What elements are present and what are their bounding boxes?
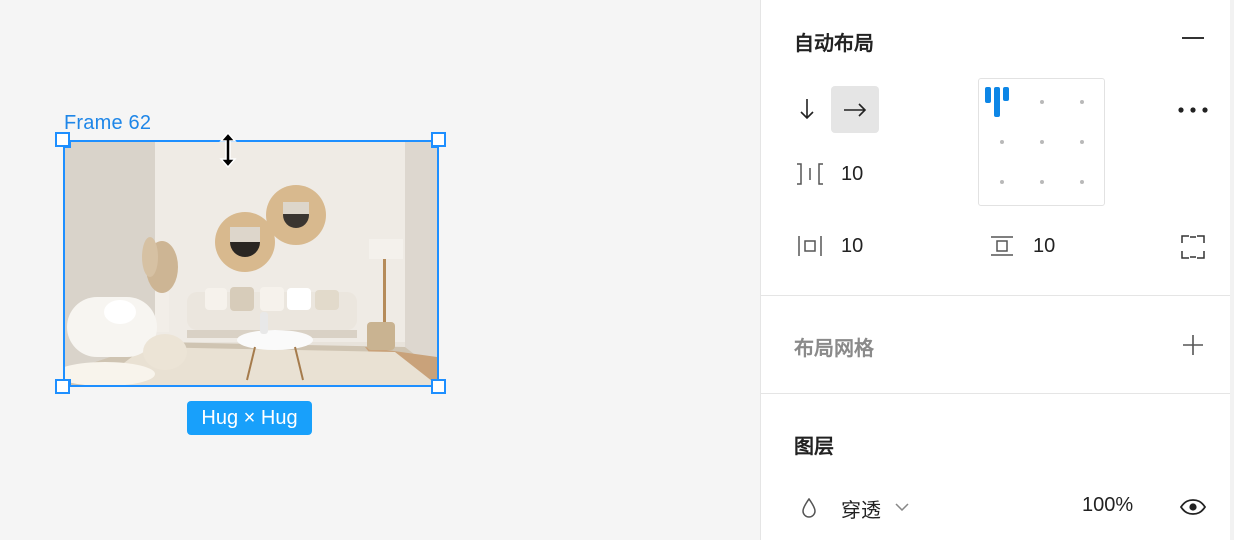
alignment-dot[interactable]: [1080, 180, 1084, 184]
remove-auto-layout-button[interactable]: [1176, 24, 1210, 52]
horizontal-padding-icon-graphic: [798, 236, 822, 256]
arrow-right-icon: [844, 102, 867, 117]
design-canvas[interactable]: Frame 62 Hug × Hug: [0, 0, 760, 540]
spacing-between-icon-graphic: [797, 163, 823, 185]
alignment-bar-tall: [994, 87, 1000, 117]
visibility-toggle[interactable]: [1176, 492, 1210, 522]
alignment-dot[interactable]: [1040, 100, 1044, 104]
panel-scrollbar[interactable]: [1230, 0, 1234, 540]
alignment-bar-mid: [1003, 87, 1009, 101]
alignment-dot[interactable]: [1080, 140, 1084, 144]
alignment-dot[interactable]: [1040, 140, 1044, 144]
individual-padding-icon: [1181, 235, 1205, 259]
individual-padding-button[interactable]: [1176, 232, 1210, 262]
drop-icon: [802, 498, 816, 518]
size-badge: Hug × Hug: [187, 401, 312, 435]
section-divider: [761, 295, 1234, 296]
horizontal-padding-value[interactable]: 10: [841, 235, 863, 258]
resize-handle-top-right[interactable]: [431, 132, 446, 147]
alignment-dot[interactable]: [1080, 100, 1084, 104]
direction-horizontal-button[interactable]: [831, 86, 879, 133]
opacity-value[interactable]: 100%: [1082, 494, 1133, 517]
plus-icon: [1183, 335, 1203, 355]
spacing-between-value[interactable]: 10: [841, 163, 863, 186]
more-options-button[interactable]: [1174, 96, 1212, 124]
vertical-resize-cursor-icon: [219, 131, 237, 169]
selected-frame[interactable]: [63, 140, 439, 387]
blend-mode-dropdown[interactable]: [891, 496, 913, 518]
more-icon: [1178, 107, 1208, 113]
alignment-dot[interactable]: [1000, 180, 1004, 184]
vertical-padding-value[interactable]: 10: [1033, 235, 1055, 258]
add-layout-grid-button[interactable]: [1176, 330, 1210, 360]
horizontal-padding-icon: [793, 232, 827, 260]
vertical-padding-icon: [985, 232, 1019, 260]
layer-section-title: 图层: [794, 436, 834, 458]
auto-layout-title: 自动布局: [794, 33, 874, 55]
blend-mode-icon-wrap: [797, 494, 821, 522]
arrow-down-icon: [800, 99, 814, 120]
resize-handle-top-left[interactable]: [55, 132, 70, 147]
minus-icon: [1182, 37, 1204, 39]
alignment-dot[interactable]: [1040, 180, 1044, 184]
alignment-grid[interactable]: [978, 78, 1105, 206]
properties-panel: 自动布局 10 10 10 布局网格 图层 穿透 100%: [760, 0, 1234, 540]
living-room-image: [65, 142, 437, 385]
resize-handle-bottom-left[interactable]: [55, 379, 70, 394]
direction-vertical-button[interactable]: [791, 86, 823, 132]
chevron-down-icon: [895, 503, 909, 511]
spacing-between-icon: [793, 160, 827, 188]
alignment-dot[interactable]: [1000, 140, 1004, 144]
layout-grid-title: 布局网格: [794, 338, 874, 360]
alignment-bar-short: [985, 87, 991, 103]
blend-mode-select[interactable]: 穿透: [841, 494, 881, 523]
section-divider: [761, 393, 1234, 394]
frame-name-label[interactable]: Frame 62: [64, 112, 151, 135]
vertical-padding-icon-graphic: [991, 236, 1013, 256]
eye-icon: [1179, 499, 1207, 515]
resize-handle-bottom-right[interactable]: [431, 379, 446, 394]
